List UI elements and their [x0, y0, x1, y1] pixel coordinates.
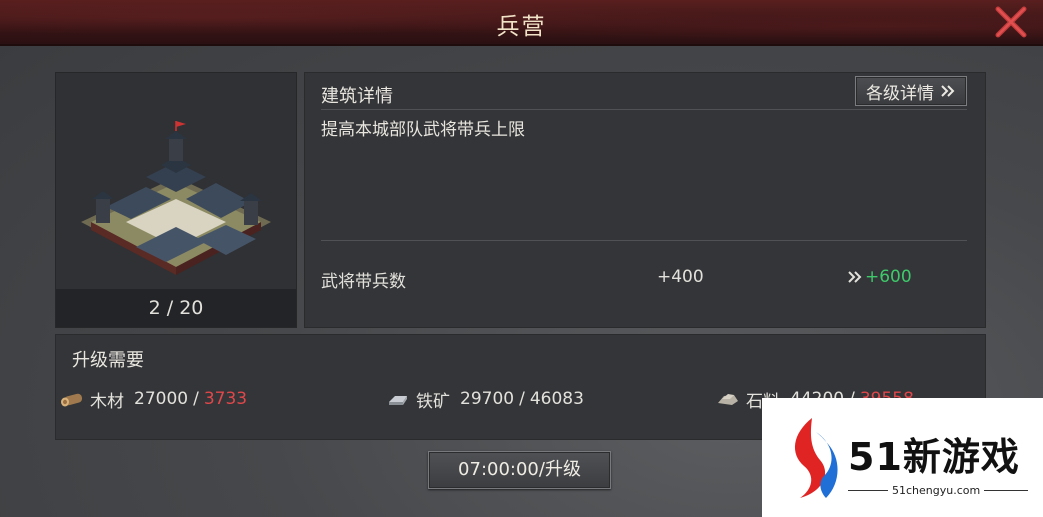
- barracks-building-image: [81, 121, 271, 275]
- stat-current-value: +400: [657, 267, 704, 287]
- requirements-title: 升级需要: [72, 350, 144, 371]
- details-divider-top: [321, 109, 967, 110]
- resource-wood: 木材 27000 / 3733: [60, 387, 247, 412]
- details-title: 建筑详情: [321, 86, 393, 107]
- stat-row: 武将带兵数 +400 +600: [321, 267, 967, 292]
- site-logo-icon: [794, 417, 838, 498]
- building-level: 2 / 20: [56, 289, 296, 327]
- stat-next-value: +600: [865, 267, 912, 287]
- upgrade-button[interactable]: 07:00:00/升级: [428, 451, 611, 489]
- close-button[interactable]: [993, 4, 1029, 40]
- close-icon: [995, 6, 1027, 38]
- building-description: 提高本城部队武将带兵上限: [321, 120, 525, 140]
- stat-label: 武将带兵数: [321, 272, 406, 292]
- title-bar: 兵营: [0, 0, 1043, 46]
- site-watermark: 51新游戏 51chengyu.com: [762, 398, 1043, 517]
- double-chevron-right-icon: [848, 271, 862, 283]
- details-divider-bottom: [321, 240, 967, 241]
- level-details-button[interactable]: 各级详情: [855, 76, 967, 106]
- window-title: 兵营: [496, 14, 547, 40]
- double-chevron-right-icon: [941, 85, 955, 97]
- level-details-label: 各级详情: [866, 83, 934, 104]
- resource-iron: 铁矿 29700 / 46083: [386, 387, 584, 412]
- building-details-panel: 建筑详情 各级详情 提高本城部队武将带兵上限 武将带兵数 +400 +600: [304, 72, 986, 328]
- wood-icon: [61, 393, 83, 407]
- iron-icon: [389, 396, 407, 405]
- watermark-url: 51chengyu.com: [888, 483, 985, 497]
- building-preview-card: 2 / 20: [55, 72, 297, 328]
- stone-icon: [718, 394, 738, 405]
- watermark-brand: 51新游戏: [848, 434, 1020, 479]
